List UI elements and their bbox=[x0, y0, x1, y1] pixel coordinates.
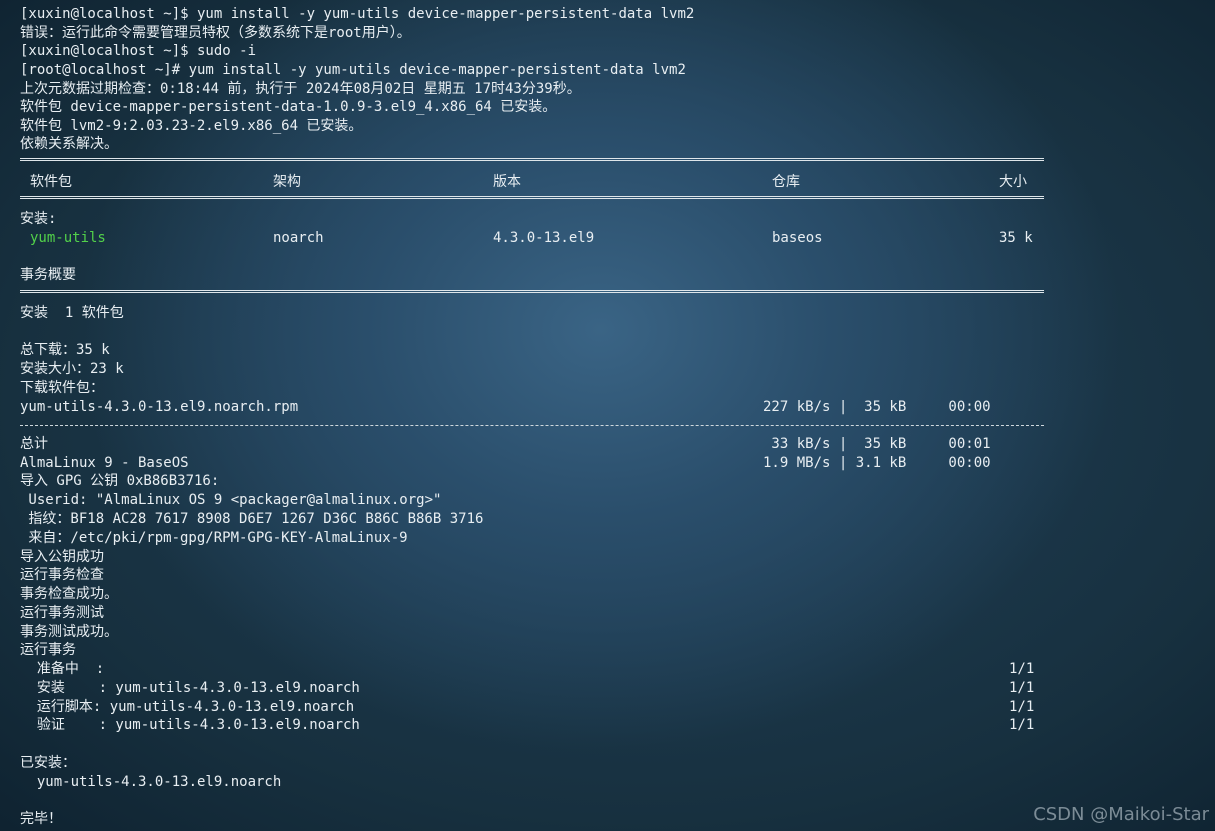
watermark: CSDN @Maikoi-Star bbox=[1033, 804, 1209, 825]
output-line: 指纹：BF18 AC28 7617 8908 D6E7 1267 D36C B8… bbox=[20, 511, 484, 527]
transaction-step: 验证 : yum-utils-4.3.0-13.el9.noarch bbox=[20, 717, 360, 733]
done-line: 完毕！ bbox=[20, 811, 62, 827]
terminal-window[interactable]: [xuxin@localhost ~]$ yum install -y yum-… bbox=[0, 0, 1215, 831]
row-size: 35 k bbox=[999, 230, 1033, 246]
step-count: 1/1 bbox=[1009, 717, 1035, 733]
transaction-step: 运行脚本: yum-utils-4.3.0-13.el9.noarch bbox=[20, 699, 355, 715]
output-line: 导入公钥成功 bbox=[20, 549, 104, 565]
dashed-separator bbox=[20, 425, 1044, 426]
output-line: 事务测试成功。 bbox=[20, 624, 118, 640]
total-stats: 33 kB/s | 35 kB 00:01 bbox=[763, 436, 991, 452]
header-arch: 架构 bbox=[273, 174, 301, 190]
step-count: 1/1 bbox=[1009, 680, 1035, 696]
baseos-label: AlmaLinux 9 - BaseOS bbox=[20, 455, 189, 471]
baseos-stats: 1.9 MB/s | 3.1 kB 00:00 bbox=[763, 455, 991, 471]
header-package: 软件包 bbox=[30, 174, 72, 190]
row-repo: baseos bbox=[772, 230, 823, 246]
output-line: 软件包 device-mapper-persistent-data-1.0.9-… bbox=[20, 99, 557, 115]
output-line: 软件包 lvm2-9:2.03.23-2.el9.x86_64 已安装。 bbox=[20, 118, 363, 134]
command-line: [xuxin@localhost ~]$ yum install -y yum-… bbox=[20, 6, 695, 22]
output-line: Userid: "AlmaLinux OS 9 <packager@almali… bbox=[20, 492, 442, 508]
step-count: 1/1 bbox=[1009, 699, 1035, 715]
table-separator bbox=[20, 290, 1044, 293]
output-line: 上次元数据过期检查：0:18:44 前，执行于 2024年08月02日 星期五 … bbox=[20, 81, 581, 97]
install-label: 安装: bbox=[20, 211, 57, 227]
table-separator bbox=[20, 196, 1044, 199]
installed-label: 已安装： bbox=[20, 755, 76, 771]
row-arch: noarch bbox=[273, 230, 324, 246]
header-version: 版本 bbox=[493, 174, 521, 190]
installed-package: yum-utils-4.3.0-13.el9.noarch bbox=[20, 774, 282, 790]
transaction-step: 准备中 : bbox=[20, 661, 105, 677]
table-separator bbox=[20, 158, 1044, 161]
output-line: 运行事务测试 bbox=[20, 605, 104, 621]
header-repo: 仓库 bbox=[772, 174, 800, 190]
output-line: 来自：/etc/pki/rpm-gpg/RPM-GPG-KEY-AlmaLinu… bbox=[20, 530, 408, 546]
output-line: 下载软件包： bbox=[20, 380, 104, 396]
summary-line: 安装 1 软件包 bbox=[20, 305, 124, 321]
download-rpm-name: yum-utils-4.3.0-13.el9.noarch.rpm bbox=[20, 399, 299, 415]
row-package: yum-utils bbox=[30, 230, 106, 246]
summary-label: 事务概要 bbox=[20, 267, 76, 283]
command-line: [root@localhost ~]# yum install -y yum-u… bbox=[20, 62, 686, 78]
row-version: 4.3.0-13.el9 bbox=[493, 230, 595, 246]
output-line: 导入 GPG 公钥 0xB86B3716: bbox=[20, 473, 220, 489]
error-line: 错误：运行此命令需要管理员特权（多数系统下是root用户）。 bbox=[20, 25, 411, 41]
output-line: 总下载：35 k bbox=[20, 342, 110, 358]
output-line: 安装大小：23 k bbox=[20, 361, 124, 377]
output-line: 依赖关系解决。 bbox=[20, 136, 118, 152]
download-rpm-stats: 227 kB/s | 35 kB 00:00 bbox=[763, 399, 991, 415]
output-line: 事务检查成功。 bbox=[20, 586, 118, 602]
output-line: 运行事务检查 bbox=[20, 567, 104, 583]
command-line: [xuxin@localhost ~]$ sudo -i bbox=[20, 43, 257, 59]
header-size: 大小 bbox=[999, 174, 1027, 190]
total-label: 总计 bbox=[20, 436, 48, 452]
step-count: 1/1 bbox=[1009, 661, 1035, 677]
transaction-step: 安装 : yum-utils-4.3.0-13.el9.noarch bbox=[20, 680, 360, 696]
output-line: 运行事务 bbox=[20, 642, 76, 658]
